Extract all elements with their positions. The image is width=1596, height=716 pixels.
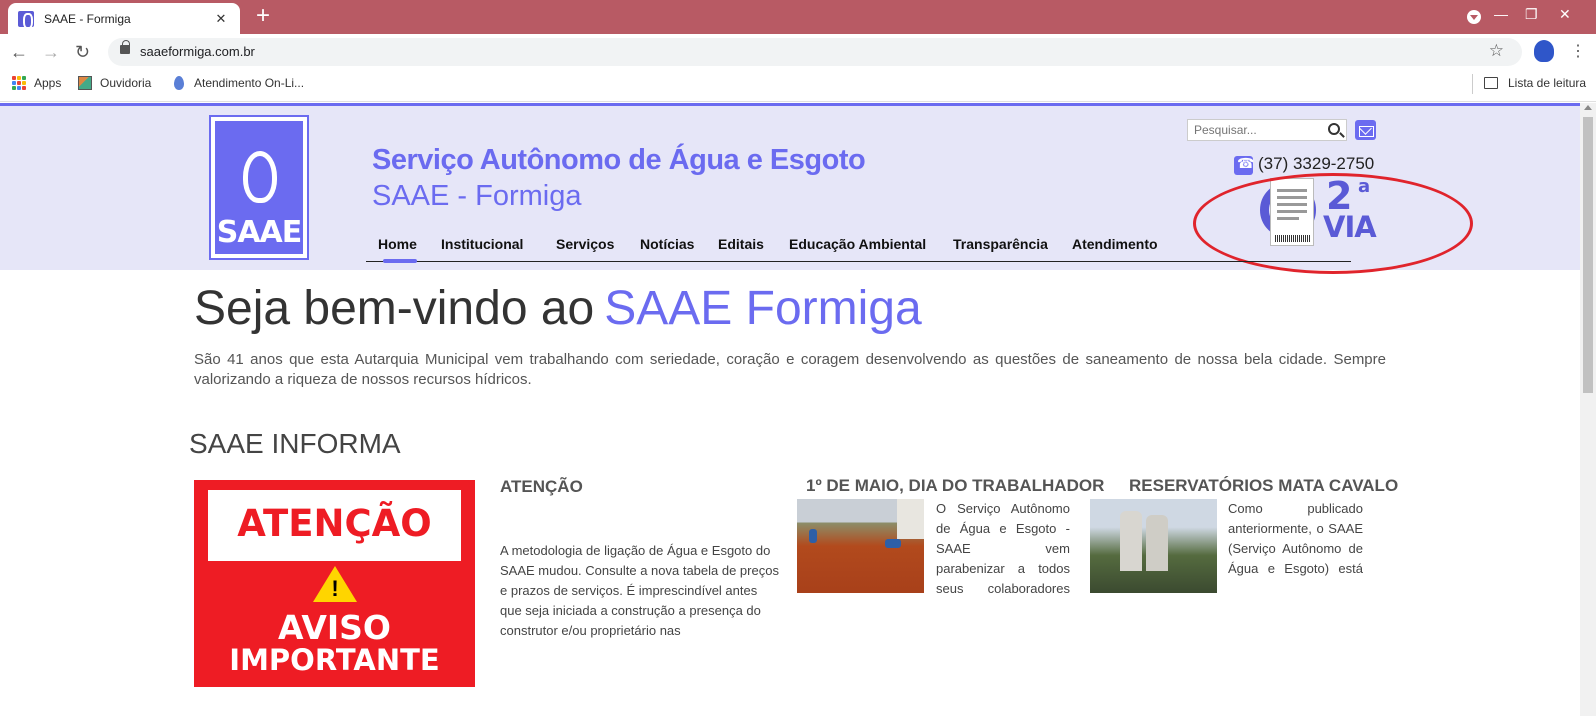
news-text-1: O Serviço Autônomo de Água e Esgoto - SA… [936,501,1070,596]
browser-titlebar: SAAE - Formiga ✕ + — ❐ ✕ [0,0,1596,34]
logo-text: SAAE [216,215,303,250]
new-tab-button[interactable]: + [256,4,270,28]
water-drop-icon [174,76,184,90]
bookmark-label: Apps [34,76,62,90]
welcome-prefix: Seja bem-vindo ao [194,282,595,335]
search-input[interactable] [1194,123,1314,137]
reading-list-icon [1484,77,1498,89]
reading-list-button[interactable]: Lista de leitura [1484,76,1586,90]
forward-icon[interactable]: → [42,42,60,63]
news-title-2[interactable]: RESERVATÓRIOS MATA CAVALO [1129,476,1398,496]
extension-icon[interactable] [1534,40,1554,62]
news-text-2: Como publicado anteriormente, o SAAE (Se… [1228,501,1363,576]
browser-menu-icon[interactable]: ⋮ [1570,41,1586,61]
address-bar[interactable]: saaeformiga.com.br ☆ [108,38,1522,66]
news-title-1[interactable]: 1º DE MAIO, DIA DO TRABALHADOR [806,476,1104,496]
featured-news-title[interactable]: ATENÇÃO [500,477,583,497]
notice-line-1: AVISO [278,608,391,647]
bookmark-label: Atendimento On-Li... [194,76,305,90]
restore-icon[interactable]: ❐ [1525,6,1538,23]
reading-list-label: Lista de leitura [1508,76,1587,90]
ouvidoria-icon [78,76,92,90]
welcome-intro: São 41 anos que esta Autarquia Municipal… [194,351,1386,388]
web-page: SAAE Serviço Autônomo de Água e Esgoto S… [0,103,1580,716]
attention-banner-text: ATENÇÃO [237,502,432,545]
reload-icon[interactable]: ↻ [75,42,90,63]
url-text[interactable]: saaeformiga.com.br [140,44,255,59]
featured-news-text: A metodologia de ligação de Água e Esgot… [500,543,779,638]
bookmark-label: Ouvidoria [100,76,152,90]
scroll-up-icon[interactable] [1584,105,1592,110]
logo-mark: SAAE [215,121,303,254]
notice-line-2: IMPORTANTE [229,643,440,677]
attention-banner: ATENÇÃO [208,490,461,561]
org-short-name: SAAE - Formiga [372,180,582,212]
bookmark-ouvidoria[interactable]: Ouvidoria [78,76,151,90]
saae-favicon-icon [18,10,34,29]
browser-toolbar: ← → ↻ saaeformiga.com.br ☆ ⋮ [0,34,1596,70]
site-header: SAAE Serviço Autônomo de Água e Esgoto S… [0,106,1580,274]
scrollbar-thumb[interactable] [1583,117,1593,393]
phone-icon [1234,156,1254,175]
phone-number: (37) 3329-2750 [1258,154,1375,173]
water-drop-icon [243,151,277,203]
news-thumbnail-2[interactable] [1090,499,1217,593]
email-icon[interactable] [1355,120,1376,140]
bookmark-star-icon[interactable]: ☆ [1489,41,1504,61]
news-thumbnail-1[interactable] [797,499,924,593]
main-nav: Home Institucional Serviços Notícias Edi… [366,232,1351,262]
nav-noticias[interactable]: Notícias [640,236,694,252]
bookmarks-bar: Apps Ouvidoria Atendimento On-Li... List… [0,70,1596,102]
search-icon[interactable] [1328,123,1340,135]
nav-educacao-ambiental[interactable]: Educação Ambiental [789,236,926,252]
nav-active-indicator [383,259,417,263]
warning-mark: ! [331,576,339,601]
section-title: SAAE INFORMA [189,428,401,459]
welcome-heading: Seja bem-vindo ao SAAE Formiga [194,281,922,336]
bookmark-apps[interactable]: Apps [12,76,61,90]
tab-search-icon[interactable] [1467,10,1481,24]
nav-atendimento[interactable]: Atendimento [1072,236,1158,252]
lock-icon [120,40,130,54]
org-name: Serviço Autônomo de Água e Esgoto [372,144,866,176]
nav-institucional[interactable]: Institucional [441,236,523,252]
close-window-icon[interactable]: ✕ [1559,6,1571,23]
nav-transparencia[interactable]: Transparência [953,236,1048,252]
browser-tab[interactable]: SAAE - Formiga ✕ [8,3,240,34]
site-search [1187,119,1347,141]
back-icon[interactable]: ← [10,42,28,63]
tab-close-icon[interactable]: ✕ [212,11,230,27]
bookmark-atendimento[interactable]: Atendimento On-Li... [174,76,304,90]
nav-home[interactable]: Home [378,236,417,252]
minimize-icon[interactable]: — [1494,6,1508,22]
tab-title: SAAE - Formiga [44,11,131,26]
apps-grid-icon [12,76,26,90]
page-scrollbar[interactable] [1580,103,1596,716]
saae-logo[interactable]: SAAE [209,115,309,260]
bookmarks-divider [1472,74,1473,94]
featured-news-image[interactable]: ATENÇÃO ! AVISO IMPORTANTE [194,480,475,687]
nav-servicos[interactable]: Serviços [556,236,614,252]
nav-editais[interactable]: Editais [718,236,764,252]
welcome-accent: SAAE Formiga [604,282,922,335]
